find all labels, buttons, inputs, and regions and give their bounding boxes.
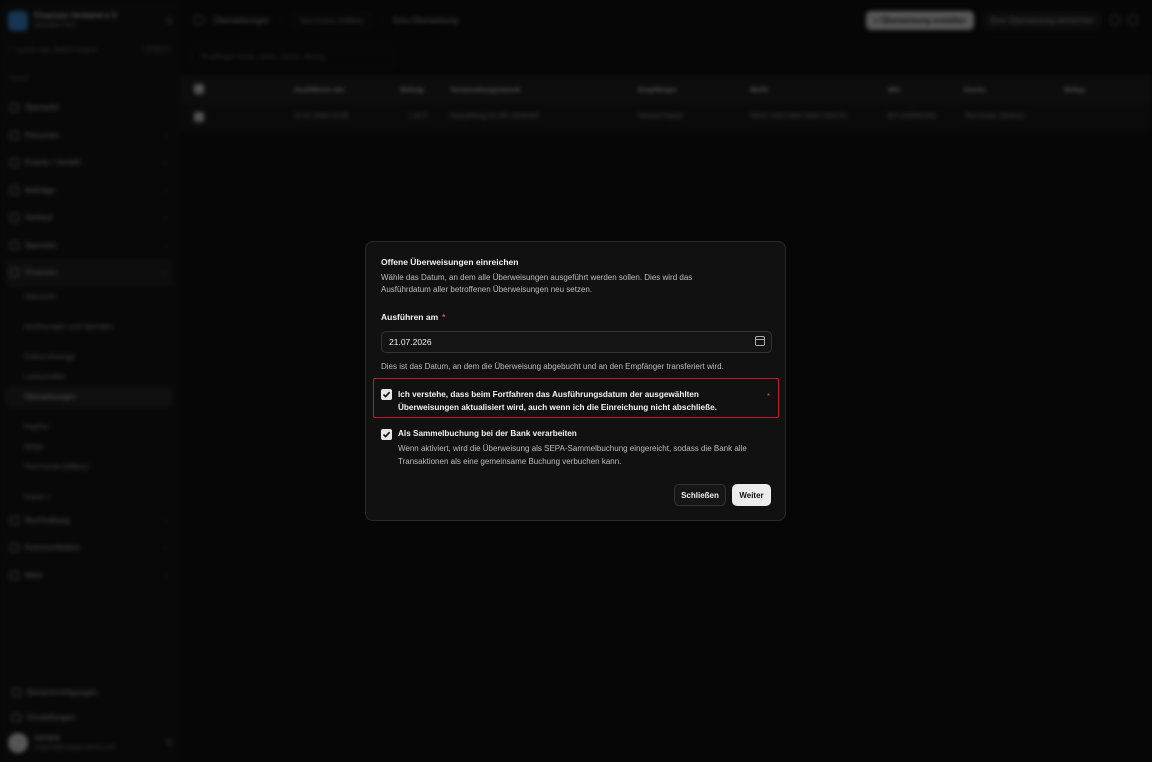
next-button[interactable]: Weiter — [732, 484, 771, 506]
batch-booking-description: Wenn aktiviert, wird die Überweisung als… — [398, 444, 747, 466]
acknowledge-label[interactable]: Ich verstehe, dass beim Fortfahren das A… — [398, 389, 738, 414]
date-field-label: Ausführen am * — [381, 312, 445, 322]
required-marker: * — [767, 392, 771, 401]
batch-booking-checkbox[interactable] — [381, 429, 392, 440]
dialog-title: Offene Überweisungen einreichen — [381, 257, 519, 267]
batch-booking-label[interactable]: Als Sammelbuchung bei der Bank verarbeit… — [398, 429, 577, 438]
date-help-text: Dies ist das Datum, an dem die Überweisu… — [381, 362, 724, 371]
check-icon — [382, 431, 391, 438]
date-label-text: Ausführen am — [381, 312, 439, 322]
calendar-icon[interactable] — [755, 336, 765, 346]
close-button[interactable]: Schließen — [674, 484, 726, 506]
dialog-description: Wähle das Datum, an dem alle Überweisung… — [381, 273, 693, 294]
check-icon — [382, 391, 391, 398]
acknowledge-checkbox[interactable] — [381, 389, 392, 400]
required-marker: * — [442, 312, 446, 322]
submit-transfers-dialog: Offene Überweisungen einreichen Wähle da… — [365, 241, 786, 521]
execution-date-input[interactable] — [381, 331, 772, 353]
